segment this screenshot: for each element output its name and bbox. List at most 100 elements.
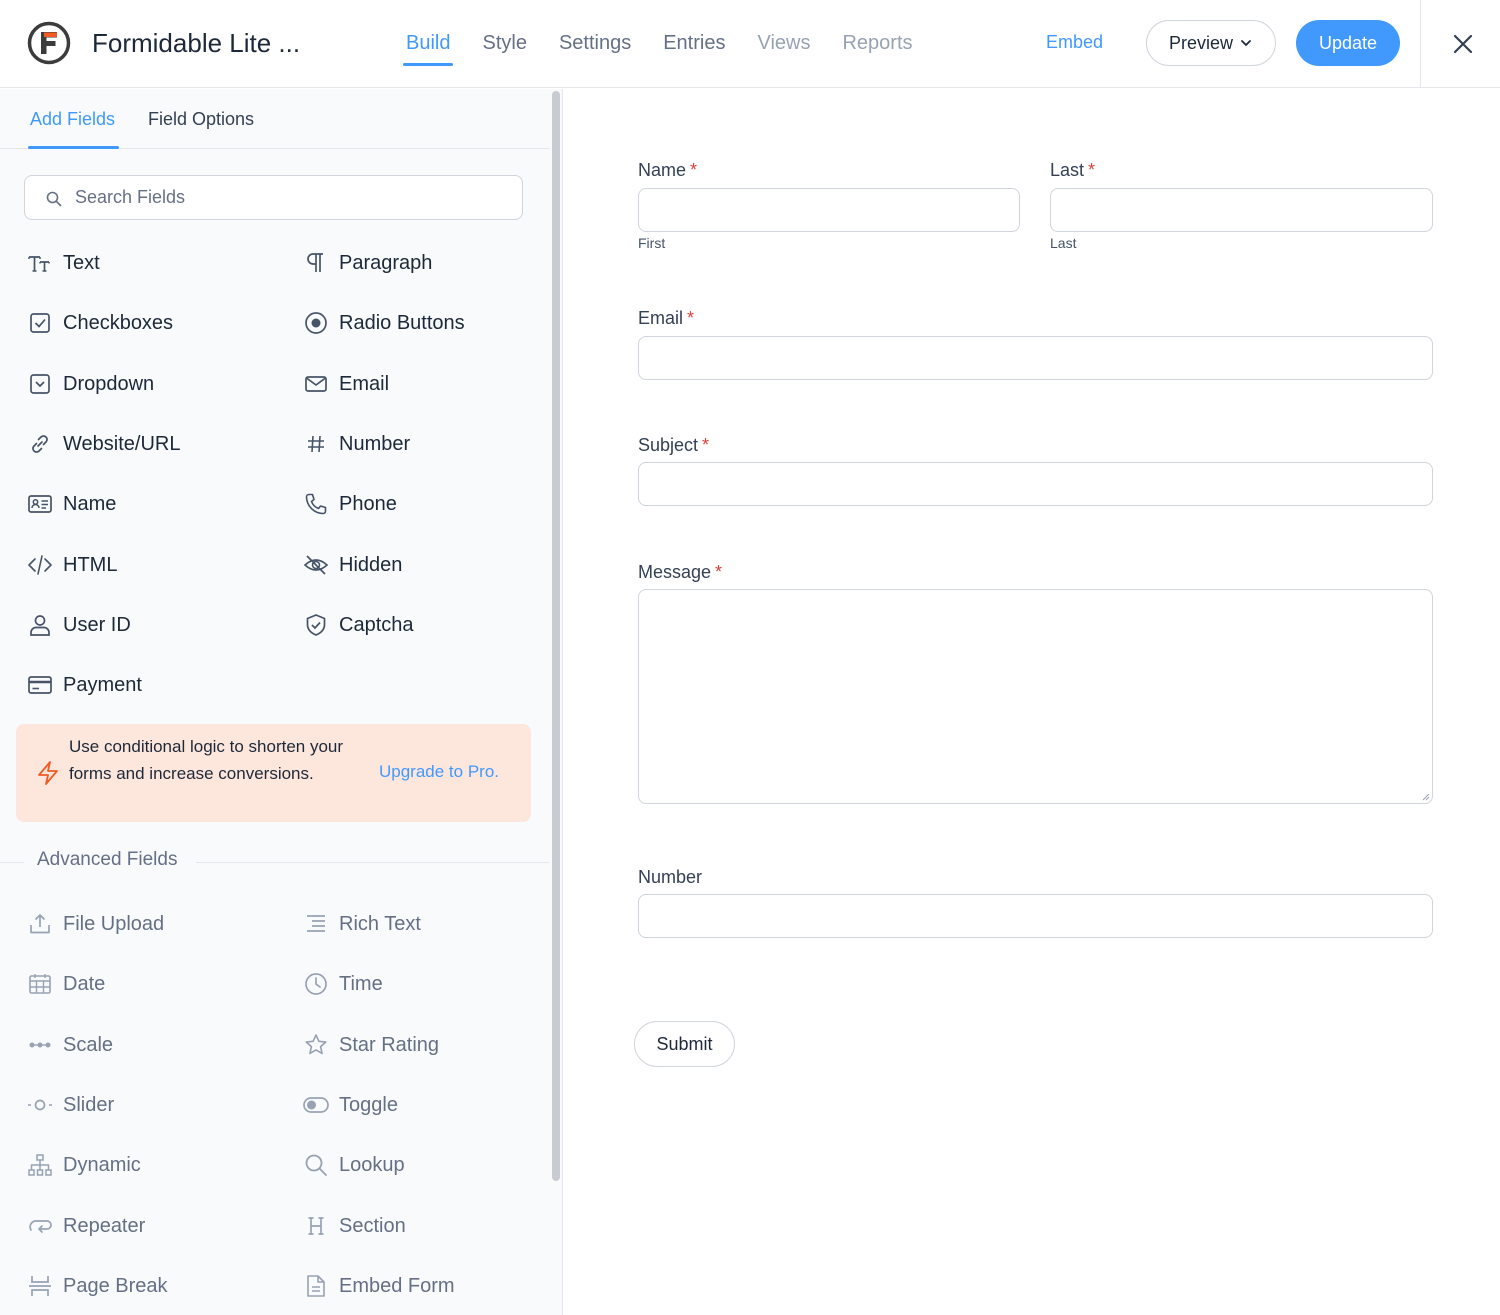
field-dropdown[interactable]: Dropdown xyxy=(27,369,154,399)
field-label: Toggle xyxy=(339,1093,398,1116)
nav-settings[interactable]: Settings xyxy=(543,0,647,88)
subject-input[interactable] xyxy=(638,462,1433,506)
search-icon xyxy=(46,191,62,207)
page-break-icon xyxy=(27,1273,53,1299)
field-label: Embed Form xyxy=(339,1274,455,1297)
field-hidden[interactable]: Hidden xyxy=(303,550,402,580)
update-button[interactable]: Update xyxy=(1296,20,1400,66)
last-name-input[interactable] xyxy=(1050,188,1433,232)
header-divider xyxy=(1420,0,1421,88)
field-scale[interactable]: Scale xyxy=(27,1030,113,1060)
rich-text-icon xyxy=(303,911,329,937)
field-label: Slider xyxy=(63,1093,115,1116)
email-input[interactable] xyxy=(638,336,1433,380)
number-input[interactable] xyxy=(638,894,1433,938)
sidebar-scrollbar[interactable] xyxy=(552,91,560,1181)
name-label: Name * xyxy=(638,160,697,181)
close-button[interactable] xyxy=(1448,29,1478,59)
lightning-icon xyxy=(38,761,58,785)
scale-icon xyxy=(27,1032,53,1058)
field-label: Radio Buttons xyxy=(339,311,465,334)
advanced-fields-heading: Advanced Fields xyxy=(0,849,550,875)
field-user-id[interactable]: User ID xyxy=(27,610,131,640)
field-page-break[interactable]: Page Break xyxy=(27,1271,168,1301)
hierarchy-icon xyxy=(27,1152,53,1178)
field-text[interactable]: Text xyxy=(27,248,100,278)
nav-reports[interactable]: Reports xyxy=(826,0,928,88)
submit-button[interactable]: Submit xyxy=(634,1021,735,1067)
field-label: User ID xyxy=(63,613,131,636)
toggle-icon xyxy=(303,1092,329,1118)
field-label: Hidden xyxy=(339,553,403,576)
user-icon xyxy=(27,612,53,638)
field-label: Payment xyxy=(63,673,142,696)
nav-style[interactable]: Style xyxy=(466,0,542,88)
main-nav: Build Style Settings Entries Views Repor… xyxy=(390,0,929,88)
tab-add-fields[interactable]: Add Fields xyxy=(30,109,115,130)
search-fields-input[interactable] xyxy=(75,176,515,219)
field-time[interactable]: Time xyxy=(303,969,383,999)
tab-field-options[interactable]: Field Options xyxy=(148,109,254,130)
nav-entries[interactable]: Entries xyxy=(647,0,741,88)
resize-handle-icon[interactable] xyxy=(1422,793,1430,801)
field-label: Repeater xyxy=(63,1214,146,1237)
embed-link[interactable]: Embed xyxy=(1046,32,1103,53)
required-marker: * xyxy=(1088,160,1096,180)
last-sublabel: Last xyxy=(1050,235,1077,251)
field-email[interactable]: Email xyxy=(303,369,389,399)
preview-button[interactable]: Preview xyxy=(1146,20,1276,66)
field-rich-text[interactable]: Rich Text xyxy=(303,909,421,939)
field-phone[interactable]: Phone xyxy=(303,489,397,519)
message-textarea[interactable] xyxy=(638,589,1433,804)
field-number[interactable]: Number xyxy=(303,429,410,459)
email-label: Email * xyxy=(638,308,694,329)
phone-icon xyxy=(303,491,329,517)
field-file-upload[interactable]: File Upload xyxy=(27,909,164,939)
field-name[interactable]: Name xyxy=(27,489,116,519)
field-embed-form[interactable]: Embed Form xyxy=(303,1271,455,1301)
field-captcha[interactable]: Captcha xyxy=(303,610,414,640)
magnifier-icon xyxy=(303,1152,329,1178)
field-checkboxes[interactable]: Checkboxes xyxy=(27,308,173,338)
field-repeater[interactable]: Repeater xyxy=(27,1211,145,1241)
shield-icon xyxy=(303,612,329,638)
field-section[interactable]: Section xyxy=(303,1211,406,1241)
field-radio-buttons[interactable]: Radio Buttons xyxy=(303,308,465,338)
nav-build[interactable]: Build xyxy=(390,0,466,88)
upgrade-to-pro-link[interactable]: Upgrade to Pro. xyxy=(379,762,499,782)
calendar-icon xyxy=(27,971,53,997)
dropdown-icon xyxy=(27,371,53,397)
formidable-logo-icon[interactable] xyxy=(27,21,71,65)
field-label: Name xyxy=(63,492,117,515)
nav-views[interactable]: Views xyxy=(741,0,826,88)
eye-off-icon xyxy=(303,552,329,578)
field-dynamic[interactable]: Dynamic xyxy=(27,1150,141,1180)
field-date[interactable]: Date xyxy=(27,969,105,999)
field-label: Text xyxy=(63,251,100,274)
top-bar: Formidable Lite ... Build Style Settings… xyxy=(0,0,1500,88)
first-name-input[interactable] xyxy=(638,188,1020,232)
field-star-rating[interactable]: Star Rating xyxy=(303,1030,439,1060)
message-label-text: Message xyxy=(638,562,712,582)
promo-text: Use conditional logic to shorten your fo… xyxy=(69,737,344,783)
upload-icon xyxy=(27,911,53,937)
field-label: Email xyxy=(339,372,390,395)
field-label: Number xyxy=(339,432,411,455)
last-label: Last * xyxy=(1050,160,1095,181)
field-slider[interactable]: Slider xyxy=(27,1090,114,1120)
field-label: Rich Text xyxy=(339,912,421,935)
advanced-fields-title: Advanced Fields xyxy=(37,849,178,870)
field-website-url[interactable]: Website/URL xyxy=(27,429,180,459)
divider xyxy=(0,862,24,863)
repeat-icon xyxy=(27,1213,53,1239)
field-payment[interactable]: Payment xyxy=(27,670,142,700)
field-toggle[interactable]: Toggle xyxy=(303,1090,398,1120)
field-paragraph[interactable]: Paragraph xyxy=(303,248,432,278)
field-label: Scale xyxy=(63,1033,114,1056)
field-label: Page Break xyxy=(63,1274,168,1297)
link-icon xyxy=(27,431,53,457)
field-lookup[interactable]: Lookup xyxy=(303,1150,405,1180)
field-label: File Upload xyxy=(63,912,165,935)
search-box xyxy=(24,175,523,220)
field-html[interactable]: HTML xyxy=(27,550,117,580)
